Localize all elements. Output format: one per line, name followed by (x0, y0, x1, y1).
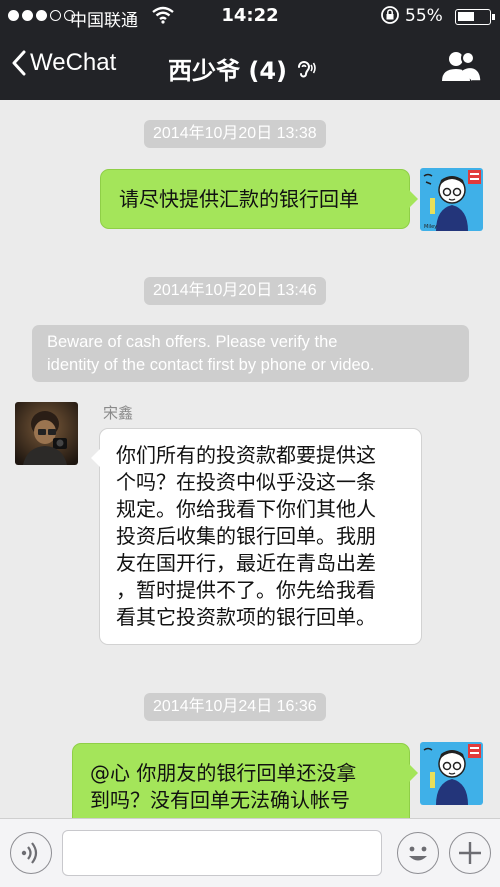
voice-icon (21, 842, 38, 864)
timestamp: 2014年10月20日 13:38 (144, 120, 326, 148)
input-bar (0, 818, 500, 887)
message-text-line: 个吗？在投资中似乎没这一条 (116, 470, 376, 494)
group-icon[interactable] (440, 48, 482, 84)
message-input[interactable] (62, 830, 382, 876)
outgoing-message[interactable]: 请尽快提供汇款的银行回单 (100, 169, 418, 229)
chat-title: 西少爷 (4) (168, 57, 287, 85)
status-bar: 中国联通 14:22 55% (0, 0, 500, 34)
top-bar: 中国联通 14:22 55% WeChat 西少爷 (4) (0, 0, 500, 100)
battery-icon (455, 9, 491, 25)
navigation-bar: WeChat 西少爷 (4) (0, 34, 500, 100)
ear-icon (298, 60, 316, 77)
message-text-line: 到吗？没有回单无法确认帐号 (90, 788, 350, 812)
avatar[interactable]: Miley (420, 168, 483, 231)
incoming-message[interactable]: 你们所有的投资款都要提供这 个吗？在投资中似乎没这一条 规定。你给我看下你们其他… (91, 428, 422, 645)
timestamp: 2014年10月20日 13:46 (144, 277, 326, 305)
svg-text:Miley: Miley (424, 224, 437, 230)
emoji-button[interactable] (397, 832, 439, 874)
message-text-line: ，暂时提供不了。你先给我看 (116, 578, 376, 602)
chat-title-group: 西少爷 (4) (168, 51, 317, 86)
plus-icon (459, 842, 481, 864)
chevron-left-icon (12, 50, 26, 76)
bubble-tail (91, 449, 100, 467)
rotation-lock-icon (380, 5, 400, 30)
voice-button[interactable] (10, 832, 52, 874)
avatar[interactable] (420, 742, 483, 805)
message-text: 请尽快提供汇款的银行回单 (119, 187, 359, 211)
system-notice-line: Beware of cash offers. Please verify the (47, 333, 338, 351)
back-label: WeChat (30, 49, 117, 76)
battery-percent: 55% (405, 6, 443, 26)
bubble-tail (409, 190, 418, 208)
system-notice: Beware of cash offers. Please verify the… (32, 325, 469, 382)
battery-level (458, 12, 474, 21)
message-text-line: 你们所有的投资款都要提供这 (116, 443, 376, 467)
message-text-line: 规定。你给我看下你们其他人 (116, 497, 376, 521)
back-button[interactable]: WeChat (12, 49, 116, 77)
message-text-line: 看其它投资款项的银行回单。 (116, 605, 376, 629)
sender-name: 宋鑫 (103, 404, 134, 422)
message-text-line: 友在国开行，最近在青岛出差 (116, 551, 376, 575)
more-button[interactable] (449, 832, 491, 874)
emoji-icon (409, 846, 427, 861)
avatar[interactable] (15, 402, 78, 465)
message-text-line: 投资后收集的银行回单。我朋 (116, 524, 376, 548)
system-notice-line: identity of the contact first by phone o… (47, 356, 375, 374)
bubble-tail (409, 764, 418, 782)
timestamp: 2014年10月24日 16:36 (144, 693, 326, 721)
battery-tip (492, 14, 495, 20)
message-text-line: @心 你朋友的银行回单还没拿 (90, 761, 357, 785)
